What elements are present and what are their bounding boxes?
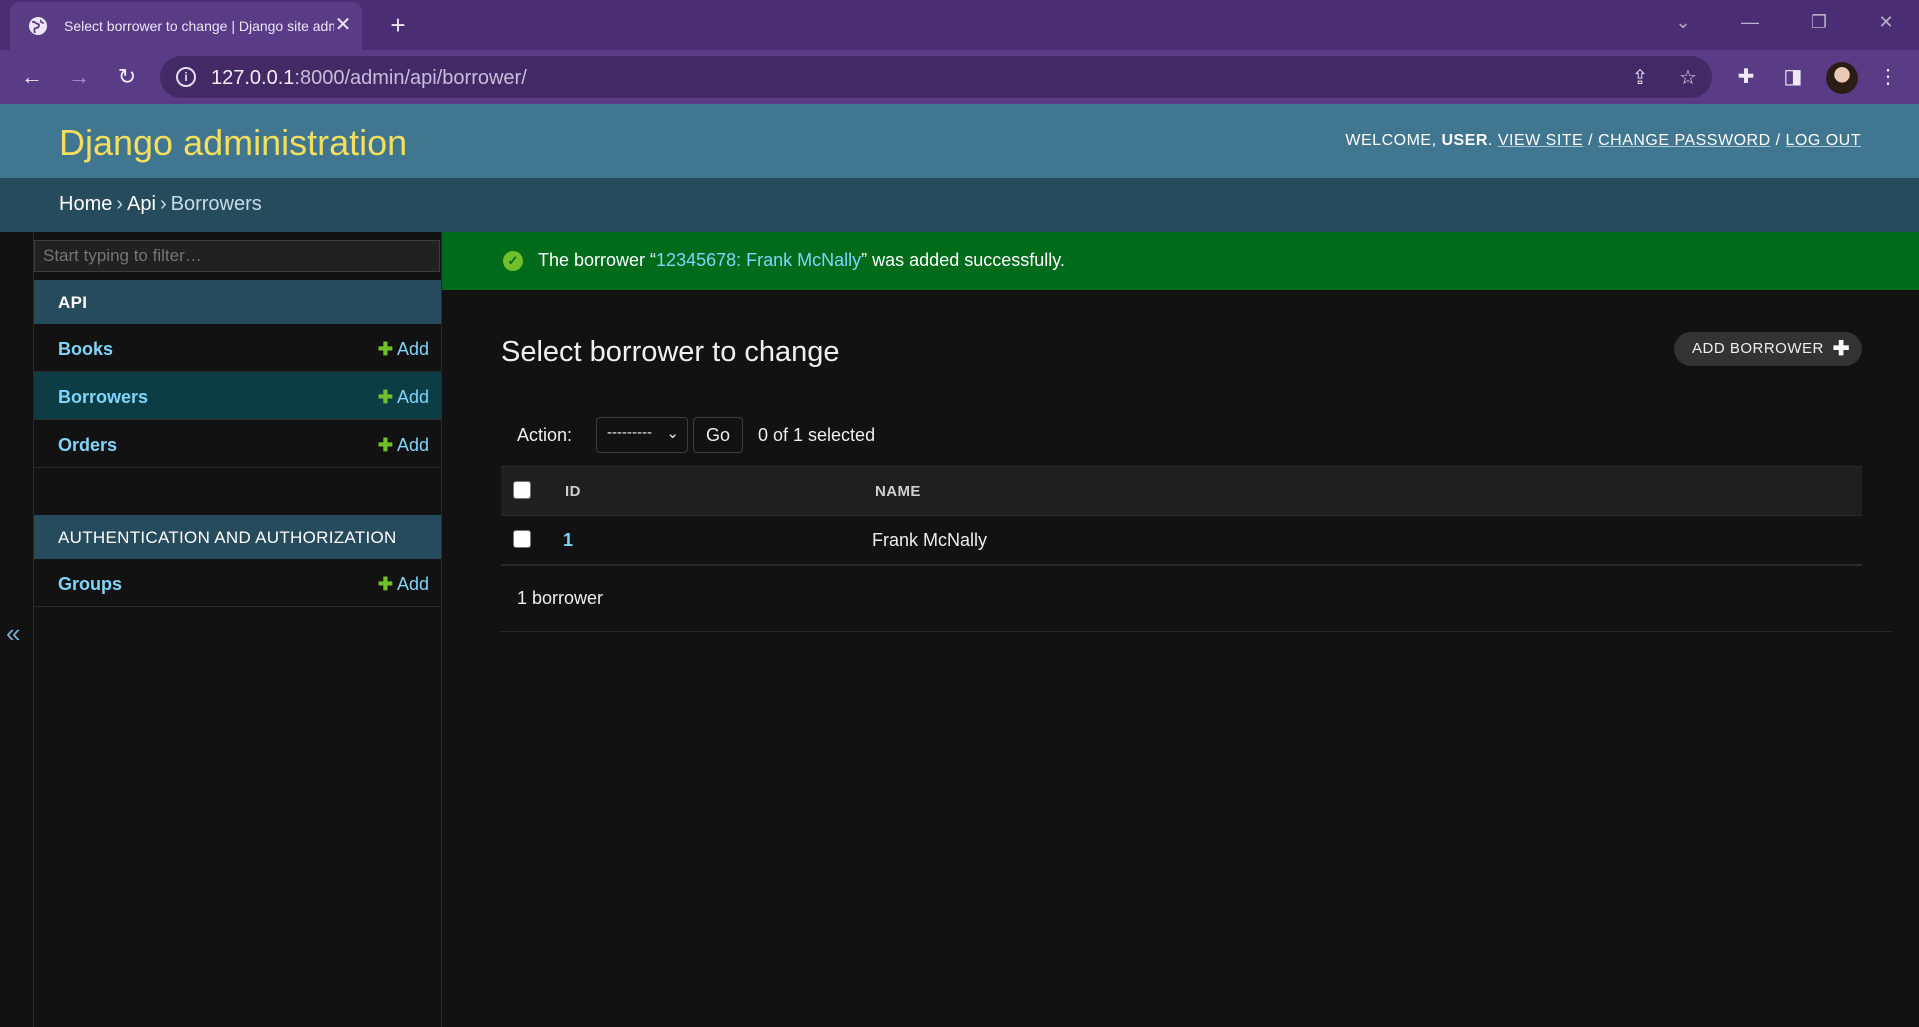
- sidebar-toggle-bar[interactable]: «: [0, 232, 34, 1027]
- url-text[interactable]: 127.0.0.1:8000/admin/api/borrower/: [211, 67, 527, 90]
- app-caption-label[interactable]: AUTHENTICATION AND AUTHORIZATION: [58, 528, 397, 548]
- welcome-text: WELCOME,: [1345, 132, 1437, 149]
- go-button[interactable]: Go: [693, 417, 743, 453]
- sidebar-item-orders: Orders ✚ Add: [34, 420, 441, 468]
- message-text: The borrower “12345678: Frank McNally” w…: [538, 250, 1065, 270]
- extensions-icon[interactable]: ✚: [1732, 63, 1760, 91]
- action-label: Action:: [517, 425, 573, 445]
- add-groups-link[interactable]: ✚ Add: [378, 574, 429, 595]
- action-selected-value: ---------: [607, 424, 652, 441]
- sidebar-item-label[interactable]: Orders: [58, 435, 117, 456]
- browser-tab-strip: Select borrower to change | Django site …: [0, 0, 1919, 50]
- breadcrumb: Home › Api › Borrowers: [0, 178, 1919, 232]
- tab-search-icon[interactable]: ⌄: [1668, 10, 1698, 34]
- reload-icon[interactable]: ↻: [112, 62, 142, 92]
- actions-bar: Action: --------- ⌄ Go 0 of 1 selected: [501, 413, 1862, 465]
- sidebar-filter-input[interactable]: [34, 240, 440, 272]
- add-books-link[interactable]: ✚ Add: [378, 339, 429, 360]
- sidebar-item-books: Books ✚ Add: [34, 324, 441, 372]
- collapse-sidebar-icon[interactable]: «: [6, 618, 20, 649]
- chevron-down-icon: ⌄: [666, 425, 679, 442]
- close-window-icon[interactable]: ✕: [1871, 10, 1901, 34]
- table-row: 1 Frank McNally: [501, 516, 1862, 566]
- browser-tab[interactable]: Select borrower to change | Django site …: [10, 2, 362, 50]
- restore-icon[interactable]: ❐: [1804, 10, 1834, 34]
- new-tab-icon[interactable]: +: [384, 12, 412, 40]
- app-caption-api[interactable]: API: [34, 280, 441, 324]
- plus-icon: ✚: [377, 387, 393, 407]
- plus-icon: ✚: [377, 574, 393, 594]
- username: USER: [1441, 132, 1488, 149]
- browser-toolbar: ← → ↻ i 127.0.0.1:8000/admin/api/borrowe…: [0, 50, 1919, 104]
- change-password-link[interactable]: CHANGE PASSWORD: [1598, 132, 1771, 149]
- selected-count: 0 of 1 selected: [758, 425, 876, 445]
- plus-icon: ✚: [1832, 338, 1850, 360]
- site-info-icon[interactable]: i: [176, 67, 196, 87]
- app-caption-auth[interactable]: AUTHENTICATION AND AUTHORIZATION: [34, 515, 441, 559]
- sidebar-item-label[interactable]: Groups: [58, 574, 122, 595]
- table-header: ID NAME: [501, 466, 1862, 516]
- menu-icon[interactable]: ⋮: [1874, 63, 1902, 91]
- page-title: Select borrower to change: [501, 336, 840, 368]
- column-header-id[interactable]: ID: [565, 483, 581, 500]
- side-panel-icon[interactable]: ◨: [1779, 63, 1807, 91]
- share-icon[interactable]: ⇪: [1627, 65, 1653, 91]
- log-out-link[interactable]: LOG OUT: [1785, 132, 1861, 149]
- add-orders-link[interactable]: ✚ Add: [378, 435, 429, 456]
- nav-sidebar: API Books ✚Add Borrowers ✚Add Orders ✚Ad…: [34, 232, 442, 1027]
- sidebar-item-label[interactable]: Books: [58, 339, 113, 360]
- check-circle-icon: ✓: [503, 251, 523, 271]
- profile-avatar[interactable]: [1826, 62, 1858, 94]
- globe-icon: [29, 17, 47, 35]
- close-tab-icon[interactable]: ✕: [332, 14, 354, 36]
- back-icon[interactable]: ←: [17, 62, 47, 92]
- star-icon[interactable]: ☆: [1675, 65, 1701, 91]
- app-caption-label[interactable]: API: [58, 293, 87, 313]
- select-all-checkbox[interactable]: [513, 481, 531, 499]
- sidebar-item-groups: Groups ✚ Add: [34, 559, 441, 607]
- sidebar-item-borrowers: Borrowers ✚ Add: [34, 372, 441, 420]
- minimize-icon[interactable]: —: [1735, 10, 1765, 34]
- breadcrumb-home[interactable]: Home: [59, 193, 112, 215]
- site-branding[interactable]: Django administration: [59, 122, 407, 164]
- add-borrowers-link[interactable]: ✚ Add: [378, 387, 429, 408]
- borrower-id-link[interactable]: 1: [563, 530, 573, 551]
- success-message: ✓ The borrower “12345678: Frank McNally”…: [442, 232, 1919, 290]
- result-count: 1 borrower: [517, 588, 604, 608]
- sidebar-item-label[interactable]: Borrowers: [58, 387, 148, 408]
- add-borrower-label: ADD BORROWER: [1692, 340, 1824, 357]
- paginator: 1 borrower: [501, 566, 1891, 632]
- action-select[interactable]: --------- ⌄: [596, 417, 688, 453]
- plus-icon: ✚: [377, 435, 393, 455]
- view-site-link[interactable]: VIEW SITE: [1498, 132, 1583, 149]
- tab-title: Select borrower to change | Django site …: [64, 18, 334, 34]
- add-borrower-button[interactable]: ADD BORROWER ✚: [1674, 332, 1862, 366]
- admin-header: Django administration WELCOME, USER. VIE…: [0, 104, 1919, 178]
- user-tools: WELCOME, USER. VIEW SITE / CHANGE PASSWO…: [1345, 132, 1861, 149]
- column-header-name[interactable]: NAME: [875, 483, 921, 500]
- message-object-link[interactable]: 12345678: Frank McNally: [656, 250, 861, 270]
- breadcrumb-app[interactable]: Api: [127, 193, 156, 215]
- borrower-name: Frank McNally: [872, 530, 988, 550]
- row-checkbox[interactable]: [513, 530, 531, 548]
- forward-icon[interactable]: →: [64, 62, 94, 92]
- address-bar[interactable]: i 127.0.0.1:8000/admin/api/borrower/ ⇪ ☆: [160, 56, 1712, 98]
- plus-icon: ✚: [377, 339, 393, 359]
- breadcrumb-current: Borrowers: [170, 193, 262, 215]
